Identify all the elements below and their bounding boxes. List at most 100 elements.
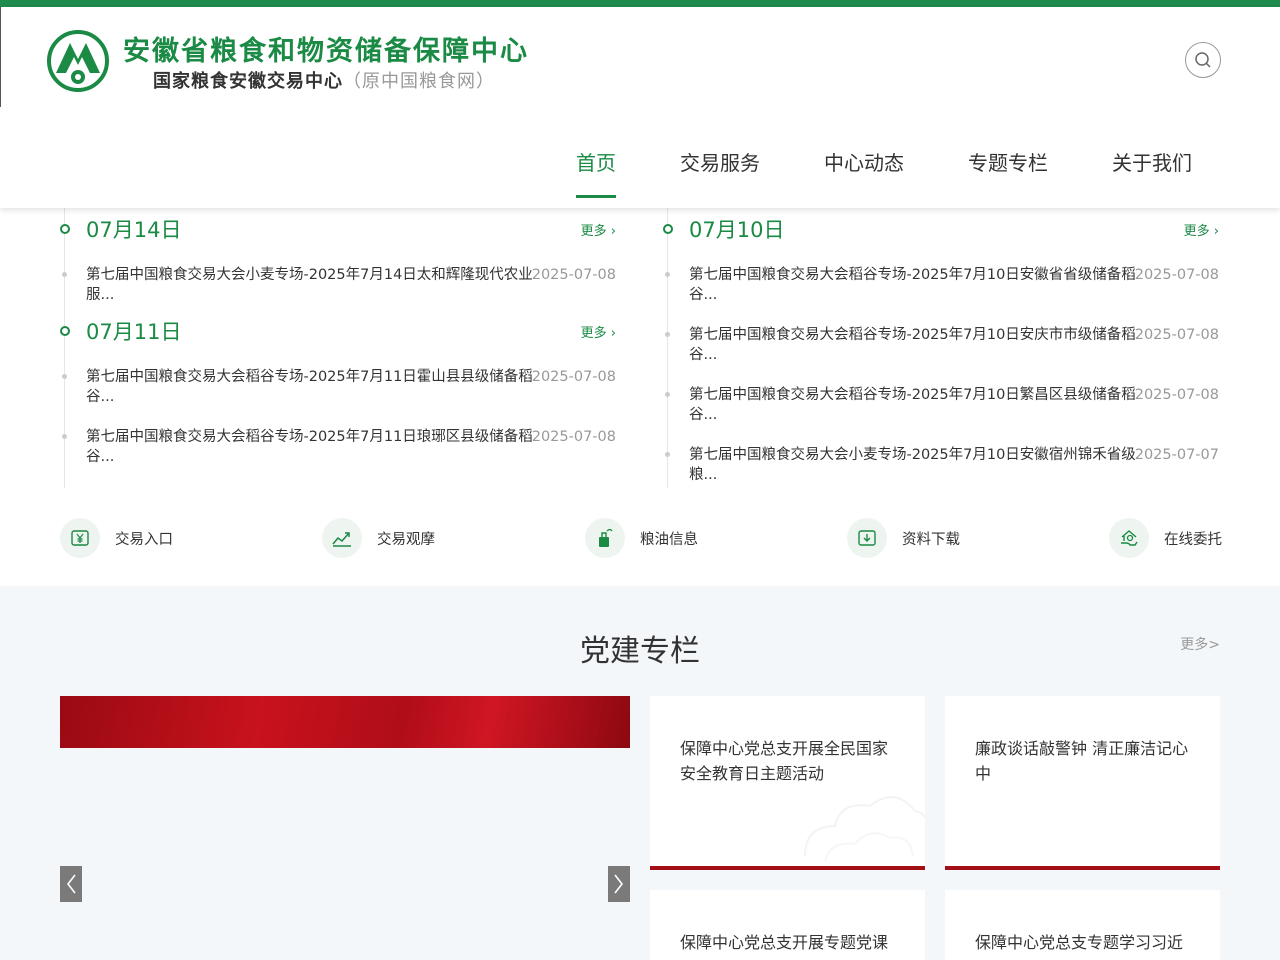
header-edge-line	[0, 7, 1, 107]
bullet-icon	[665, 392, 670, 397]
more-link[interactable]: 更多 ›	[581, 322, 616, 341]
quick-link-label: 交易观摩	[377, 531, 435, 548]
news-title[interactable]: 第七届中国粮食交易大会小麦专场-2025年7月10日安徽宿州锦禾省级粮...	[689, 445, 1144, 485]
news-title[interactable]: 第七届中国粮食交易大会稻谷专场-2025年7月10日安徽省省级储备稻谷...	[689, 265, 1144, 305]
news-item[interactable]: 第七届中国粮食交易大会稻谷专场-2025年7月11日霍山县县级储备稻谷... 2…	[62, 352, 620, 412]
news-item[interactable]: 第七届中国粮食交易大会稻谷专场-2025年7月10日安庆市市级储备稻谷... 2…	[665, 310, 1223, 370]
bullet-icon	[665, 332, 670, 337]
main-nav: 首页 交易服务 中心动态 专题专栏 关于我们	[576, 147, 1192, 198]
quick-link-grain-oil-info[interactable]: 粮油信息	[585, 516, 698, 560]
quick-links: 交易入口 交易观摩 粮油信息 资料下载 在线委托	[60, 516, 1222, 560]
news-date: 2025-07-08	[1134, 387, 1219, 403]
search-icon	[1195, 52, 1211, 68]
party-news-card[interactable]: 保障中心党总支开展全民国家安全教育日主题活动	[650, 696, 925, 870]
quick-link-trade-entry[interactable]: 交易入口	[60, 516, 173, 560]
card-title: 保障中心党总支开展专题党课	[680, 933, 889, 952]
news-title[interactable]: 第七届中国粮食交易大会稻谷专场-2025年7月10日繁昌区县级储备稻谷...	[689, 385, 1144, 425]
nav-center-news[interactable]: 中心动态	[824, 147, 904, 188]
quick-link-label: 交易入口	[115, 531, 173, 548]
news-title[interactable]: 第七届中国粮食交易大会稻谷专场-2025年7月11日琅琊区县级储备稻谷...	[86, 427, 541, 467]
day-group: 07月11日 更多 › 第七届中国粮食交易大会稻谷专场-2025年7月11日霍山…	[60, 310, 620, 472]
quick-link-downloads[interactable]: 资料下载	[847, 516, 960, 560]
section-title: 党建专栏	[580, 634, 700, 669]
timeline-dot	[663, 224, 673, 234]
quick-link-label: 在线委托	[1164, 531, 1222, 548]
chevron-right-icon: ›	[1213, 223, 1219, 239]
nav-trade-service[interactable]: 交易服务	[680, 147, 760, 188]
chevron-right-icon	[614, 874, 624, 894]
news-title[interactable]: 第七届中国粮食交易大会稻谷专场-2025年7月10日安庆市市级储备稻谷...	[689, 325, 1144, 365]
day-header: 07月10日 更多 ›	[663, 208, 1223, 250]
news-item[interactable]: 第七届中国粮食交易大会稻谷专场-2025年7月11日琅琊区县级储备稻谷... 2…	[62, 412, 620, 472]
chevron-right-icon: ›	[610, 223, 616, 239]
news-column-left: 07月14日 更多 › 第七届中国粮食交易大会小麦专场-2025年7月14日太和…	[60, 208, 620, 488]
news-date: 2025-07-08	[531, 429, 616, 445]
more-link[interactable]: 更多>	[1180, 634, 1220, 654]
more-link[interactable]: 更多 ›	[581, 220, 616, 239]
trend-chart-icon	[322, 518, 362, 558]
news-date: 2025-07-07	[1134, 447, 1219, 463]
party-news-card[interactable]: 保障中心党总支专题学习习近	[945, 890, 1220, 960]
news-item[interactable]: 第七届中国粮食交易大会小麦专场-2025年7月14日太和辉隆现代农业服... 2…	[62, 250, 620, 310]
nav-special-topics[interactable]: 专题专栏	[968, 147, 1048, 188]
card-accent-bar	[650, 866, 925, 870]
logo-icon[interactable]	[46, 29, 110, 93]
day-title: 07月11日	[86, 320, 182, 344]
day-title: 07月14日	[86, 218, 182, 242]
timeline-dot	[60, 326, 70, 336]
news-item[interactable]: 第七届中国粮食交易大会小麦专场-2025年7月10日安徽宿州锦禾省级粮... 2…	[665, 430, 1223, 490]
news-item[interactable]: 第七届中国粮食交易大会稻谷专场-2025年7月10日安徽省省级储备稻谷... 2…	[665, 250, 1223, 310]
brand-subtitle-main: 国家粮食安徽交易中心	[153, 71, 343, 92]
day-title: 07月10日	[689, 218, 785, 242]
card-title: 保障中心党总支开展全民国家安全教育日主题活动	[680, 739, 889, 783]
more-label: 更多	[580, 325, 607, 341]
yen-card-icon	[60, 518, 100, 558]
image-carousel[interactable]	[60, 696, 630, 960]
carousel-next-button[interactable]	[608, 866, 630, 902]
bullet-icon	[62, 434, 67, 439]
oil-bottle-icon	[585, 518, 625, 558]
news-column-right: 07月10日 更多 › 第七届中国粮食交易大会稻谷专场-2025年7月10日安徽…	[663, 208, 1223, 490]
bullet-icon	[62, 272, 67, 277]
card-accent-bar	[945, 866, 1220, 870]
card-title: 保障中心党总支专题学习习近	[975, 933, 1184, 952]
brand-subtitle: 国家粮食安徽交易中心（原中国粮食网）	[153, 67, 495, 93]
bullet-icon	[665, 272, 670, 277]
quick-link-online-entrust[interactable]: 在线委托	[1109, 516, 1222, 560]
party-news-card[interactable]: 廉政谈话敲警钟 清正廉洁记心中	[945, 696, 1220, 870]
site-header: 安徽省粮食和物资储备保障中心 国家粮食安徽交易中心（原中国粮食网） 首页 交易服…	[0, 7, 1280, 208]
bullet-icon	[62, 374, 67, 379]
chevron-right-icon: ›	[610, 325, 616, 341]
carousel-prev-button[interactable]	[60, 866, 82, 902]
chevron-left-icon	[66, 874, 76, 894]
news-date: 2025-07-08	[1134, 327, 1219, 343]
news-date: 2025-07-08	[531, 369, 616, 385]
news-title[interactable]: 第七届中国粮食交易大会小麦专场-2025年7月14日太和辉隆现代农业服...	[86, 265, 541, 305]
day-group: 07月10日 更多 › 第七届中国粮食交易大会稻谷专场-2025年7月10日安徽…	[663, 208, 1223, 490]
news-date: 2025-07-08	[531, 267, 616, 283]
hand-house-icon	[1109, 518, 1149, 558]
quick-link-label: 粮油信息	[640, 531, 698, 548]
card-title: 廉政谈话敲警钟 清正廉洁记心中	[975, 739, 1189, 783]
day-header: 07月11日 更多 ›	[60, 310, 620, 352]
top-accent-bar	[0, 0, 1280, 7]
more-label: 更多	[580, 223, 607, 239]
timeline-dot	[60, 224, 70, 234]
brand-title: 安徽省粮食和物资储备保障中心	[123, 36, 529, 67]
nav-about-us[interactable]: 关于我们	[1112, 147, 1192, 188]
party-news-card[interactable]: 保障中心党总支开展专题党课	[650, 890, 925, 960]
day-header: 07月14日 更多 ›	[60, 208, 620, 250]
quick-link-label: 资料下载	[902, 531, 960, 548]
bullet-icon	[665, 452, 670, 457]
brand-subtitle-paren: （原中国粮食网）	[343, 71, 495, 92]
carousel-slide-image[interactable]	[60, 696, 630, 748]
more-label: 更多	[1183, 223, 1210, 239]
search-button[interactable]	[1185, 42, 1221, 78]
more-link[interactable]: 更多 ›	[1184, 220, 1219, 239]
quick-link-trade-observe[interactable]: 交易观摩	[322, 516, 435, 560]
news-title[interactable]: 第七届中国粮食交易大会稻谷专场-2025年7月11日霍山县县级储备稻谷...	[86, 367, 541, 407]
day-group: 07月14日 更多 › 第七届中国粮食交易大会小麦专场-2025年7月14日太和…	[60, 208, 620, 310]
nav-home[interactable]: 首页	[576, 147, 616, 198]
news-date: 2025-07-08	[1134, 267, 1219, 283]
news-item[interactable]: 第七届中国粮食交易大会稻谷专场-2025年7月10日繁昌区县级储备稻谷... 2…	[665, 370, 1223, 430]
